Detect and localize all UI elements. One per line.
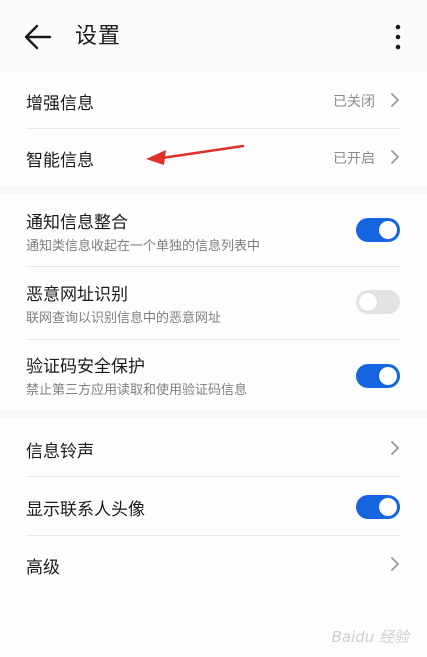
chevron-right-icon [391, 93, 399, 107]
top-bar: 设置 [0, 0, 427, 72]
enhanced-message-row[interactable]: 增强信息 已关闭 [0, 72, 427, 128]
chevron-right-icon [391, 557, 399, 571]
malicious-url-row: 恶意网址识别 联网查询以识别信息中的恶意网址 [0, 267, 427, 339]
verification-code-toggle[interactable] [356, 364, 400, 388]
chevron-right-icon [391, 441, 399, 455]
show-contact-avatar-toggle[interactable] [356, 495, 400, 519]
verification-code-label: 验证码安全保护 [26, 357, 145, 377]
toggle-knob [359, 293, 377, 311]
smart-message-status: 已开启 [333, 151, 375, 167]
malicious-url-description: 联网查询以识别信息中的恶意网址 [26, 311, 222, 326]
notification-merge-label: 通知信息整合 [26, 213, 128, 233]
malicious-url-toggle[interactable] [356, 290, 400, 314]
message-ringtone-label: 信息铃声 [26, 442, 94, 462]
notification-merge-description: 通知类信息收起在一个单独的信息列表中 [26, 239, 261, 254]
toggle-knob [379, 221, 397, 239]
notification-merge-toggle[interactable] [356, 218, 400, 242]
page-title: 设置 [75, 24, 122, 49]
message-ringtone-row[interactable]: 信息铃声 [0, 418, 427, 476]
toggle-knob [379, 498, 397, 516]
general-settings-card: 信息铃声 显示联系人头像 高级 [0, 418, 427, 657]
enhanced-message-label: 增强信息 [26, 94, 94, 114]
advanced-row[interactable]: 高级 [0, 536, 427, 594]
verification-code-row: 验证码安全保护 禁止第三方应用读取和使用验证码信息 [0, 340, 427, 410]
smart-message-label: 智能信息 [26, 151, 94, 171]
advanced-label: 高级 [26, 558, 60, 578]
enhanced-message-status: 已关闭 [333, 94, 375, 110]
notification-merge-row: 通知信息整合 通知类信息收起在一个单独的信息列表中 [0, 194, 427, 266]
annotation-arrow-icon [146, 144, 245, 165]
watermark: Baidu 经验 [331, 628, 409, 646]
toggle-knob [379, 367, 397, 385]
security-settings-card: 通知信息整合 通知类信息收起在一个单独的信息列表中 恶意网址识别 联网查询以识别… [0, 194, 427, 410]
chevron-right-icon [391, 150, 399, 164]
show-contact-avatar-row: 显示联系人头像 [0, 477, 427, 535]
more-vertical-icon[interactable] [391, 22, 405, 52]
malicious-url-label: 恶意网址识别 [26, 285, 128, 305]
back-arrow-icon[interactable] [22, 22, 54, 52]
verification-code-description: 禁止第三方应用读取和使用验证码信息 [26, 383, 248, 398]
show-contact-avatar-label: 显示联系人头像 [26, 500, 145, 520]
